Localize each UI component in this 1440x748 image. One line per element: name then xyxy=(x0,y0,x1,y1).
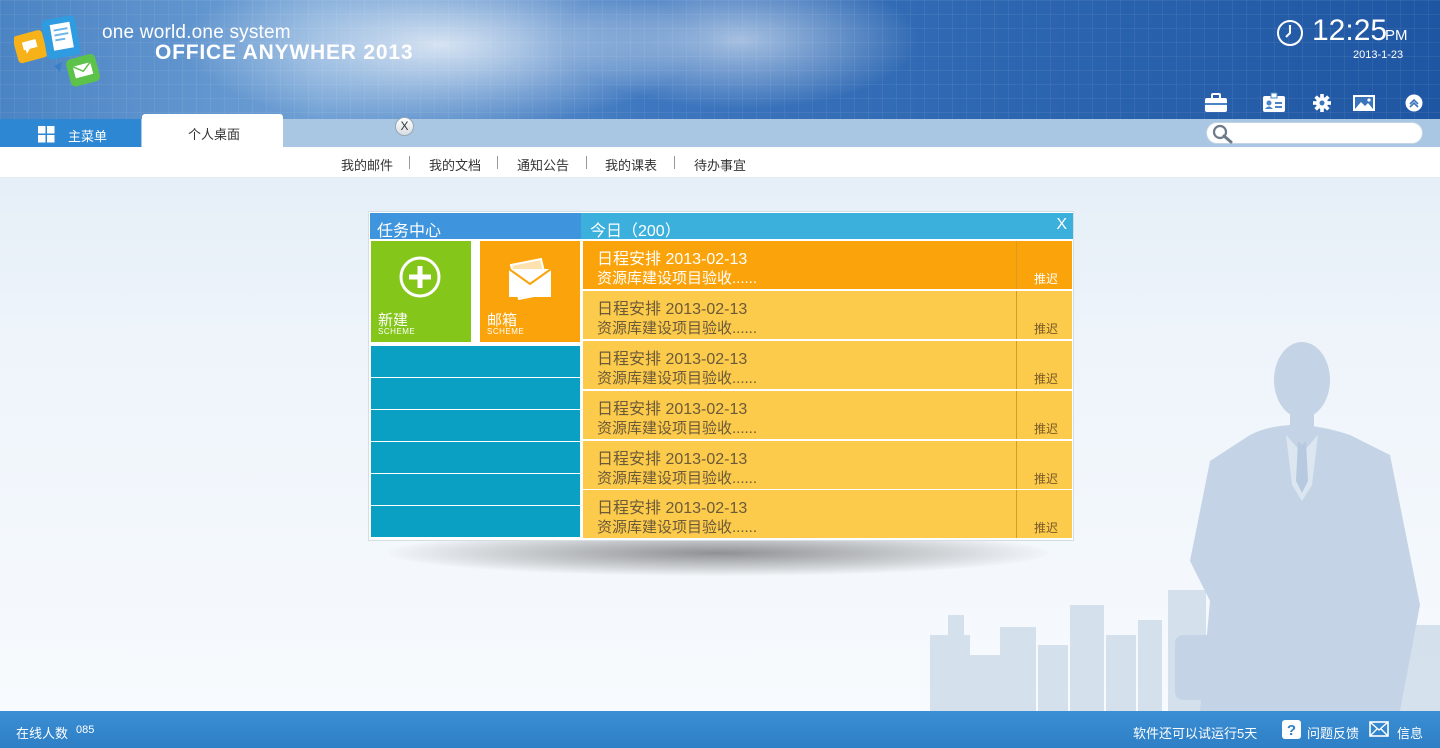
task-center-row[interactable] xyxy=(371,442,580,473)
schedule-item-desc: 资源库建设项目验收...... xyxy=(597,519,758,536)
task-center-title: 任务中心 xyxy=(370,213,581,240)
search-box[interactable] xyxy=(1206,122,1423,144)
online-users-label: 在线人数 xyxy=(16,726,69,741)
subnav-separator xyxy=(409,156,410,169)
sub-navigation: 我的邮件 我的文档 通知公告 我的课表 待办事宜 xyxy=(0,147,1440,178)
collapse-up-icon[interactable] xyxy=(1401,92,1427,114)
tile-new[interactable]: 新建 SCHEME xyxy=(371,241,471,342)
windows-icon xyxy=(38,126,55,143)
task-center-row[interactable] xyxy=(371,346,580,377)
search-icon xyxy=(1212,124,1233,144)
clock-icon xyxy=(1277,20,1303,46)
task-center-panel: 任务中心 今日（200） X 新建 SCHEME 邮箱 SCHEME 日程安排 … xyxy=(368,211,1074,541)
subnav-todo[interactable]: 待办事宜 xyxy=(694,155,746,174)
schedule-item-title: 日程安排 2013-02-13 xyxy=(597,451,748,468)
product-name: OFFICE ANYWHER 2013 xyxy=(155,41,414,64)
add-circle-icon xyxy=(399,256,441,298)
online-users-count: 085 xyxy=(76,724,95,736)
subnav-separator xyxy=(497,156,498,169)
tile-new-sublabel: SCHEME xyxy=(378,327,416,336)
task-center-row[interactable] xyxy=(371,474,580,505)
today-header: 今日（200） X xyxy=(581,213,1073,240)
message-link[interactable]: 信息 xyxy=(1397,723,1423,742)
schedule-item-desc: 资源库建设项目验收...... xyxy=(597,420,758,437)
svg-text:?: ? xyxy=(1287,722,1296,739)
subnav-separator xyxy=(586,156,587,169)
schedule-item-title: 日程安排 2013-02-13 xyxy=(597,401,748,418)
subnav-separator xyxy=(674,156,675,169)
schedule-item-title: 日程安排 2013-02-13 xyxy=(597,351,748,368)
tab-close-button[interactable]: X xyxy=(395,117,414,136)
subnav-announcements[interactable]: 通知公告 xyxy=(517,155,569,174)
schedule-item[interactable]: 日程安排 2013-02-13 资源库建设项目验收...... 推迟 xyxy=(583,490,1072,538)
schedule-item-divider xyxy=(1016,241,1017,289)
schedule-item-divider xyxy=(1016,391,1017,439)
schedule-item-divider xyxy=(1016,490,1017,538)
task-center-row[interactable] xyxy=(371,410,580,441)
header: one world.one system OFFICE ANYWHER 2013… xyxy=(0,0,1440,119)
clock-time: 12:25 xyxy=(1312,14,1388,47)
envelope-icon xyxy=(508,257,552,301)
help-question-icon[interactable]: ? xyxy=(1282,720,1301,739)
schedule-item-divider xyxy=(1016,291,1017,339)
app-logo-icon xyxy=(14,15,101,87)
clock-date: 2013-1-23 xyxy=(1353,49,1404,61)
subnav-my-mail[interactable]: 我的邮件 xyxy=(341,155,393,174)
tab-personal-desktop[interactable]: 个人桌面 X xyxy=(142,114,414,147)
schedule-item-desc: 资源库建设项目验收...... xyxy=(597,470,758,487)
schedule-item-desc: 资源库建设项目验收...... xyxy=(597,370,758,387)
task-center-row[interactable] xyxy=(371,506,580,537)
footer-status-bar: 在线人数 085 软件还可以试运行5天 ? 问题反馈 信息 xyxy=(0,711,1440,748)
today-title: 今日（200） xyxy=(590,223,681,240)
tile-mailbox-sublabel: SCHEME xyxy=(487,327,525,336)
subnav-my-documents[interactable]: 我的文档 xyxy=(429,155,481,174)
schedule-item[interactable]: 日程安排 2013-02-13 资源库建设项目验收...... 推迟 xyxy=(583,391,1072,439)
trial-remaining-text: 软件还可以试运行5天 xyxy=(1133,726,1258,741)
subnav-my-schedule[interactable]: 我的课表 xyxy=(605,155,657,174)
mail-icon[interactable] xyxy=(1369,721,1389,737)
defer-button[interactable]: 推迟 xyxy=(1034,470,1058,487)
defer-button[interactable]: 推迟 xyxy=(1034,420,1058,437)
tab-main-menu[interactable]: 主菜单 xyxy=(0,119,141,147)
schedule-item[interactable]: 日程安排 2013-02-13 资源库建设项目验收...... 推迟 xyxy=(583,441,1072,489)
schedule-item-desc: 资源库建设项目验收...... xyxy=(597,320,758,337)
feedback-link[interactable]: 问题反馈 xyxy=(1307,723,1359,742)
schedule-item-divider xyxy=(1016,341,1017,389)
panel-close-button[interactable]: X xyxy=(1056,216,1067,234)
schedule-item-title: 日程安排 2013-02-13 xyxy=(597,251,748,268)
picture-icon[interactable] xyxy=(1351,92,1377,114)
schedule-item-title: 日程安排 2013-02-13 xyxy=(597,301,748,318)
schedule-item-desc: 资源库建设项目验收...... xyxy=(597,270,758,287)
clock-ampm: PM xyxy=(1385,27,1408,44)
task-center-row[interactable] xyxy=(371,378,580,409)
tab-main-menu-label: 主菜单 xyxy=(68,129,108,144)
schedule-item[interactable]: 日程安排 2013-02-13 资源库建设项目验收...... 推迟 xyxy=(583,341,1072,389)
schedule-item-title: 日程安排 2013-02-13 xyxy=(597,500,748,517)
defer-button[interactable]: 推迟 xyxy=(1034,370,1058,387)
tab-bar: 主菜单 个人桌面 X xyxy=(0,114,1440,147)
search-input[interactable] xyxy=(1237,125,1413,142)
defer-button[interactable]: 推迟 xyxy=(1034,519,1058,536)
defer-button[interactable]: 推迟 xyxy=(1034,320,1058,337)
defer-button[interactable]: 推迟 xyxy=(1034,270,1058,287)
schedule-item[interactable]: 日程安排 2013-02-13 资源库建设项目验收...... 推迟 xyxy=(583,241,1072,289)
id-card-icon[interactable] xyxy=(1261,92,1287,114)
schedule-item-divider xyxy=(1016,441,1017,489)
toolbox-icon[interactable] xyxy=(1203,92,1229,114)
tab-personal-desktop-label: 个人桌面 xyxy=(188,127,241,142)
gear-icon[interactable] xyxy=(1309,92,1335,114)
schedule-item[interactable]: 日程安排 2013-02-13 资源库建设项目验收...... 推迟 xyxy=(583,291,1072,339)
tile-mailbox[interactable]: 邮箱 SCHEME xyxy=(480,241,580,342)
